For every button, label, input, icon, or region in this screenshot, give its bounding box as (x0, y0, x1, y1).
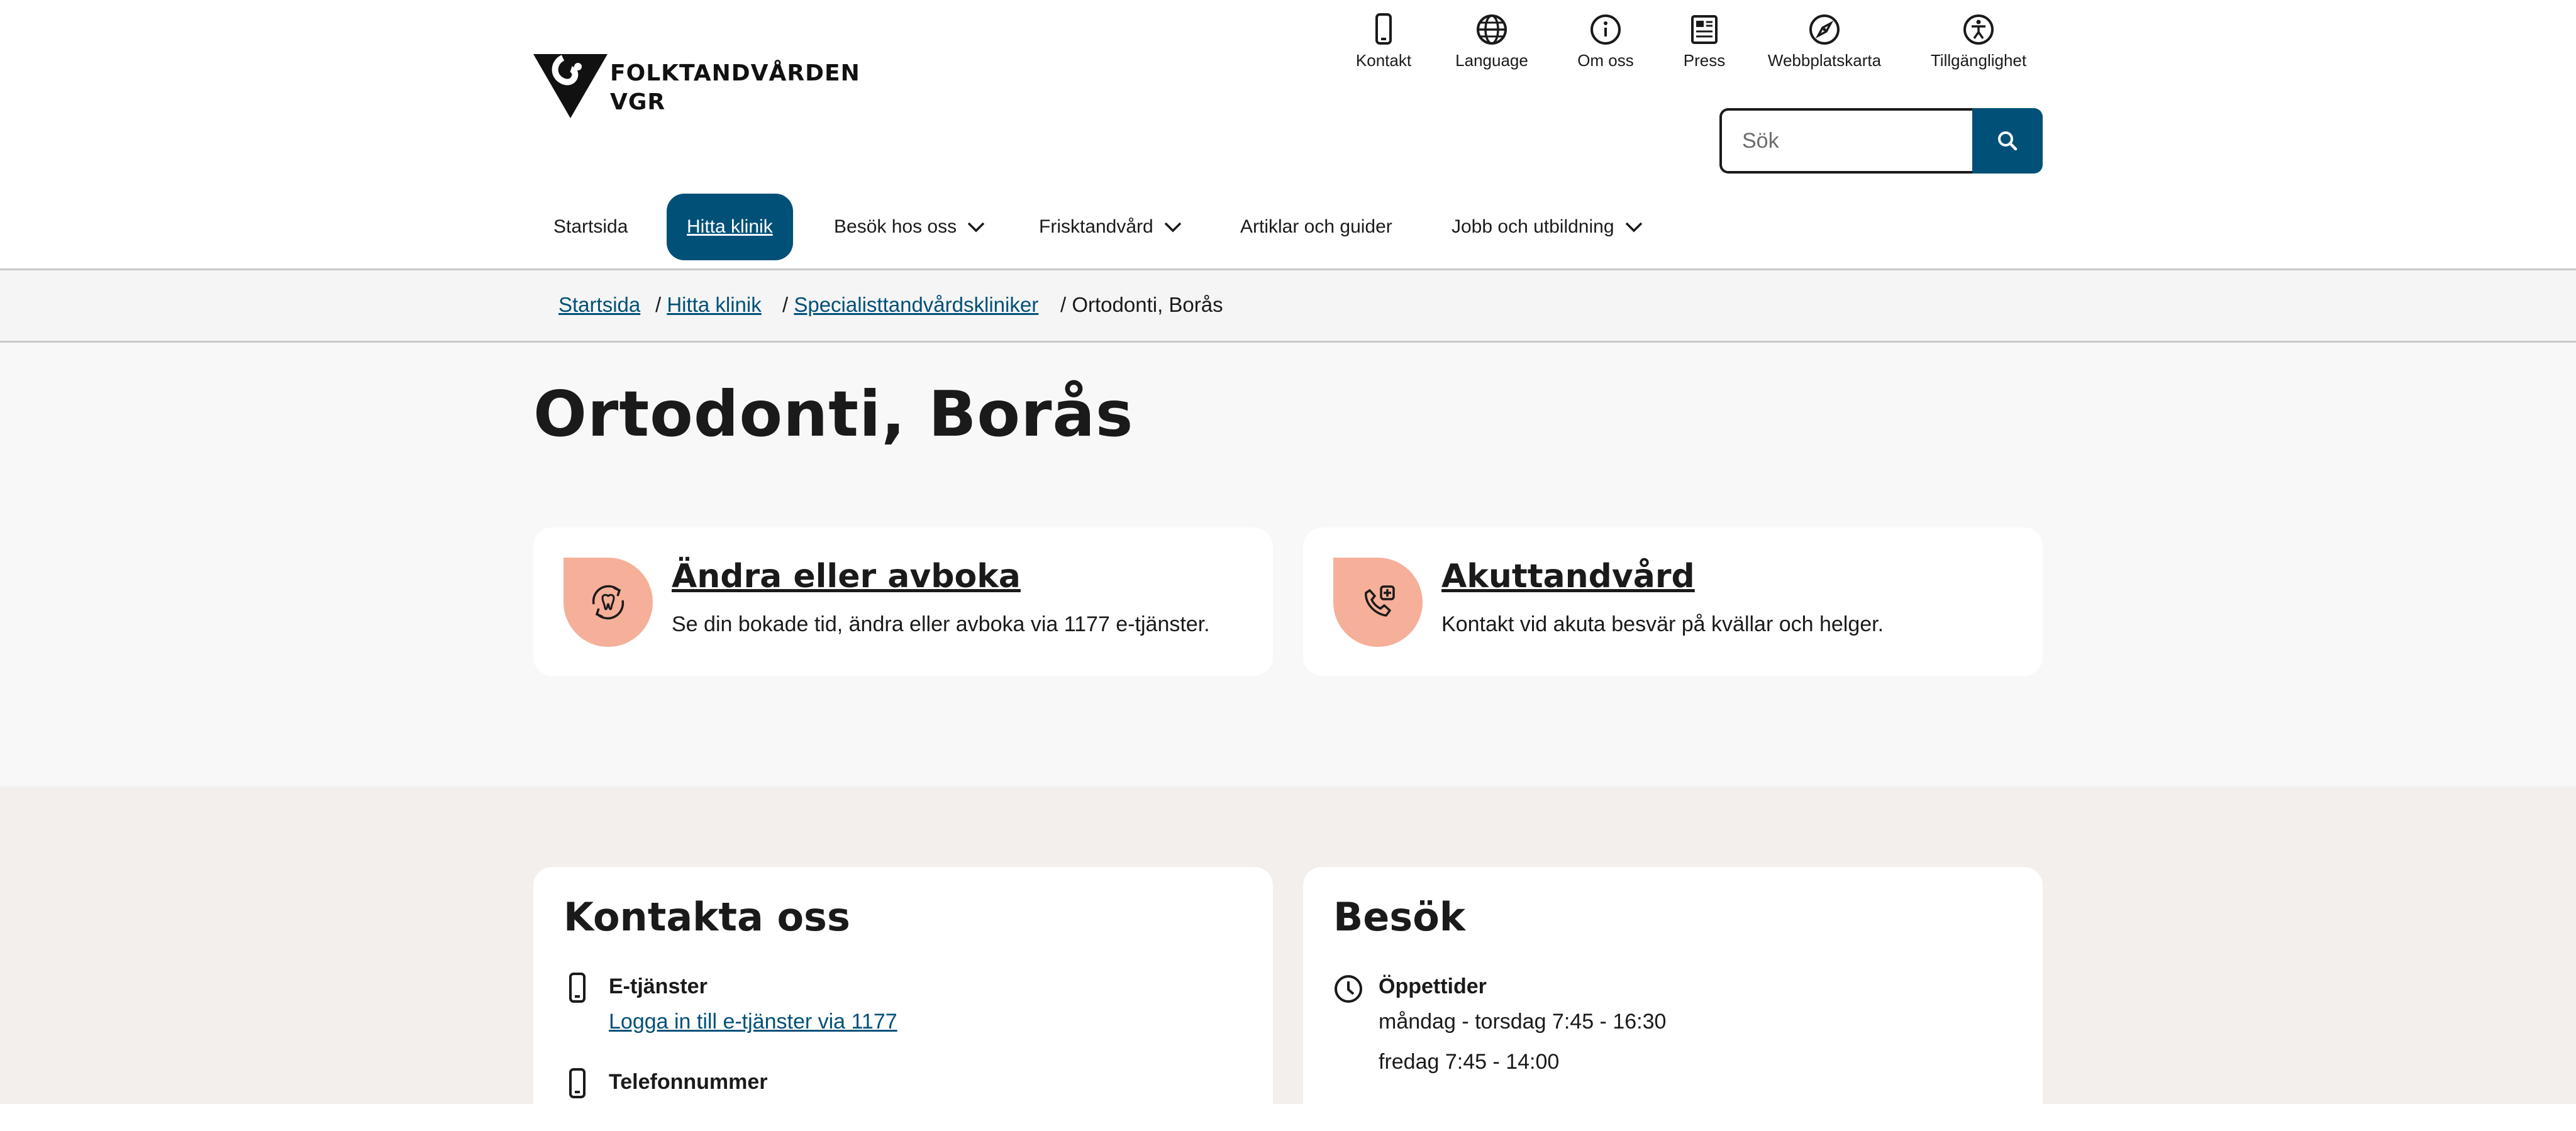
nav-artiklar-och-guider[interactable]: Artiklar och guider (1240, 194, 1392, 260)
phone-label: Telefonnummer (609, 1070, 768, 1094)
phone-icon (1375, 13, 1392, 45)
nav-hitta-klinik[interactable]: Hitta klinik (667, 194, 793, 260)
chevron-down-icon (967, 222, 985, 233)
card-title: Ändra eller avboka (672, 558, 1021, 595)
search-button[interactable] (1972, 108, 2043, 174)
info-section: Kontakta oss E-tjänster Logga in till e-… (0, 786, 2576, 1131)
contact-heading: Kontakta oss (564, 894, 850, 940)
accessibility-icon (1963, 14, 1994, 45)
util-press[interactable]: Press (1678, 13, 1731, 70)
util-webbplatskarta[interactable]: Webbplatskarta (1766, 13, 1883, 70)
breadcrumb-hitta-klinik[interactable]: Hitta klinik (667, 293, 761, 316)
globe-icon (1477, 14, 1507, 45)
breadcrumb-current: Ortodonti, Borås (1072, 293, 1223, 316)
visit-card: Besök Öppettider måndag - torsdag 7:45 -… (1303, 867, 2043, 1131)
site-header: FOLKTANDVÅRDEN VGR Kontakt Language Om o… (0, 0, 2576, 270)
phone-icon (569, 1068, 586, 1098)
site-logo[interactable]: FOLKTANDVÅRDEN VGR (533, 53, 860, 122)
card-badge (1333, 558, 1423, 647)
card-description: Se din bokade tid, ändra eller avboka vi… (672, 612, 1210, 636)
info-icon (1591, 14, 1621, 45)
tooth-refresh-icon (592, 585, 625, 620)
logo-wordmark: FOLKTANDVÅRDEN VGR (610, 60, 860, 115)
nav-besok-hos-oss[interactable]: Besök hos oss (834, 194, 985, 260)
chevron-down-icon (1625, 222, 1642, 233)
nav-jobb-och-utbildning[interactable]: Jobb och utbildning (1452, 194, 1643, 260)
phone-plus-icon (1365, 585, 1395, 617)
util-om-oss[interactable]: Om oss (1572, 13, 1639, 70)
visit-heading: Besök (1333, 894, 1466, 940)
compass-icon (1809, 14, 1840, 45)
card-andra-eller-avboka[interactable]: Ändra eller avboka Se din bokade tid, än… (533, 527, 1273, 676)
nav-startsida[interactable]: Startsida (553, 194, 628, 260)
contact-card: Kontakta oss E-tjänster Logga in till e-… (533, 867, 1273, 1131)
search-form (1719, 108, 2043, 174)
etjanster-login-link[interactable]: Logga in till e-tjänster via 1177 (609, 1010, 897, 1034)
breadcrumb-specialisttandvardskliniker[interactable]: Specialisttandvårdskliniker (794, 293, 1038, 316)
page-title: Ortodonti, Borås (533, 377, 1134, 451)
search-icon (1998, 131, 2018, 151)
util-tillganglighet[interactable]: Tillgänglighet (1928, 13, 2029, 70)
search-input[interactable] (1719, 108, 1974, 174)
card-title: Akuttandvård (1441, 558, 1695, 595)
hours-line-1: måndag - torsdag 7:45 - 16:30 (1379, 1010, 1667, 1034)
hours-label: Öppettider (1379, 974, 1487, 998)
card-akuttandvard[interactable]: Akuttandvård Kontakt vid akuta besvär på… (1303, 527, 2043, 676)
breadcrumb: Startsida / Hitta klinik / Specialisttan… (0, 270, 2576, 343)
util-kontakt[interactable]: Kontakt (1352, 13, 1415, 70)
card-description: Kontakt vid akuta besvär på kvällar och … (1441, 612, 1884, 636)
etjanster-label: E-tjänster (609, 974, 708, 998)
card-badge (564, 558, 653, 647)
util-language[interactable]: Language (1453, 13, 1531, 70)
logo-mark-icon (533, 54, 608, 118)
newspaper-icon (1691, 15, 1718, 44)
phone-icon (569, 973, 586, 1003)
nav-frisktandvard[interactable]: Frisktandvård (1039, 194, 1182, 260)
chevron-down-icon (1164, 222, 1181, 233)
hero-section: Ortodonti, Borås Ändra eller avboka Se d… (0, 343, 2576, 786)
hours-line-2: fredag 7:45 - 14:00 (1379, 1050, 1560, 1074)
clock-icon (1335, 975, 1362, 1003)
breadcrumb-startsida[interactable]: Startsida (558, 293, 640, 316)
